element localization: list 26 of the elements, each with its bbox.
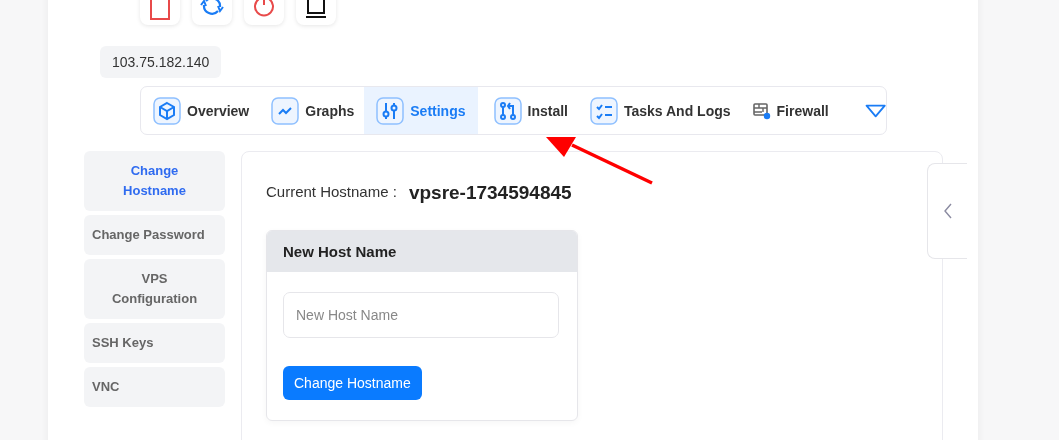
nav-tab[interactable]: Overview [153, 87, 260, 134]
nav-tab[interactable]: Graphs [271, 87, 365, 134]
checklist-icon [590, 96, 618, 125]
nav-tab[interactable]: Tasks And Logs [590, 87, 741, 134]
sidebar-item[interactable]: VPS Configuration [84, 259, 225, 319]
chart-icon [271, 96, 300, 125]
collapse-handle[interactable] [927, 163, 967, 259]
laptop-icon [304, 0, 328, 21]
chevron-left-icon [942, 203, 953, 219]
hostname-value: vpsre-1734594845 [408, 182, 572, 204]
sliders-icon [376, 96, 405, 125]
sidebar-item[interactable]: Change Password [84, 215, 225, 255]
field-label: Current Hostname : [266, 182, 397, 200]
sidebar-item[interactable]: Change Hostname [84, 151, 225, 211]
sidebar-item[interactable]: VNC [84, 367, 225, 407]
change-hostname-button[interactable]: Change Hostname [283, 366, 422, 400]
panel-title: New Host Name [267, 231, 577, 272]
sidebar-item[interactable]: SSH Keys [84, 323, 225, 363]
nav-tab[interactable]: Install [493, 87, 578, 134]
cube-icon [153, 96, 181, 125]
hostname-field[interactable]: New Host Name [283, 292, 559, 338]
merge-icon [493, 96, 522, 125]
firewall-icon [752, 101, 771, 120]
ip-address: 103.75.182.140 [100, 46, 222, 78]
nav-tab[interactable]: Firewall [752, 87, 839, 134]
nav-tab[interactable]: Settings [364, 87, 478, 134]
